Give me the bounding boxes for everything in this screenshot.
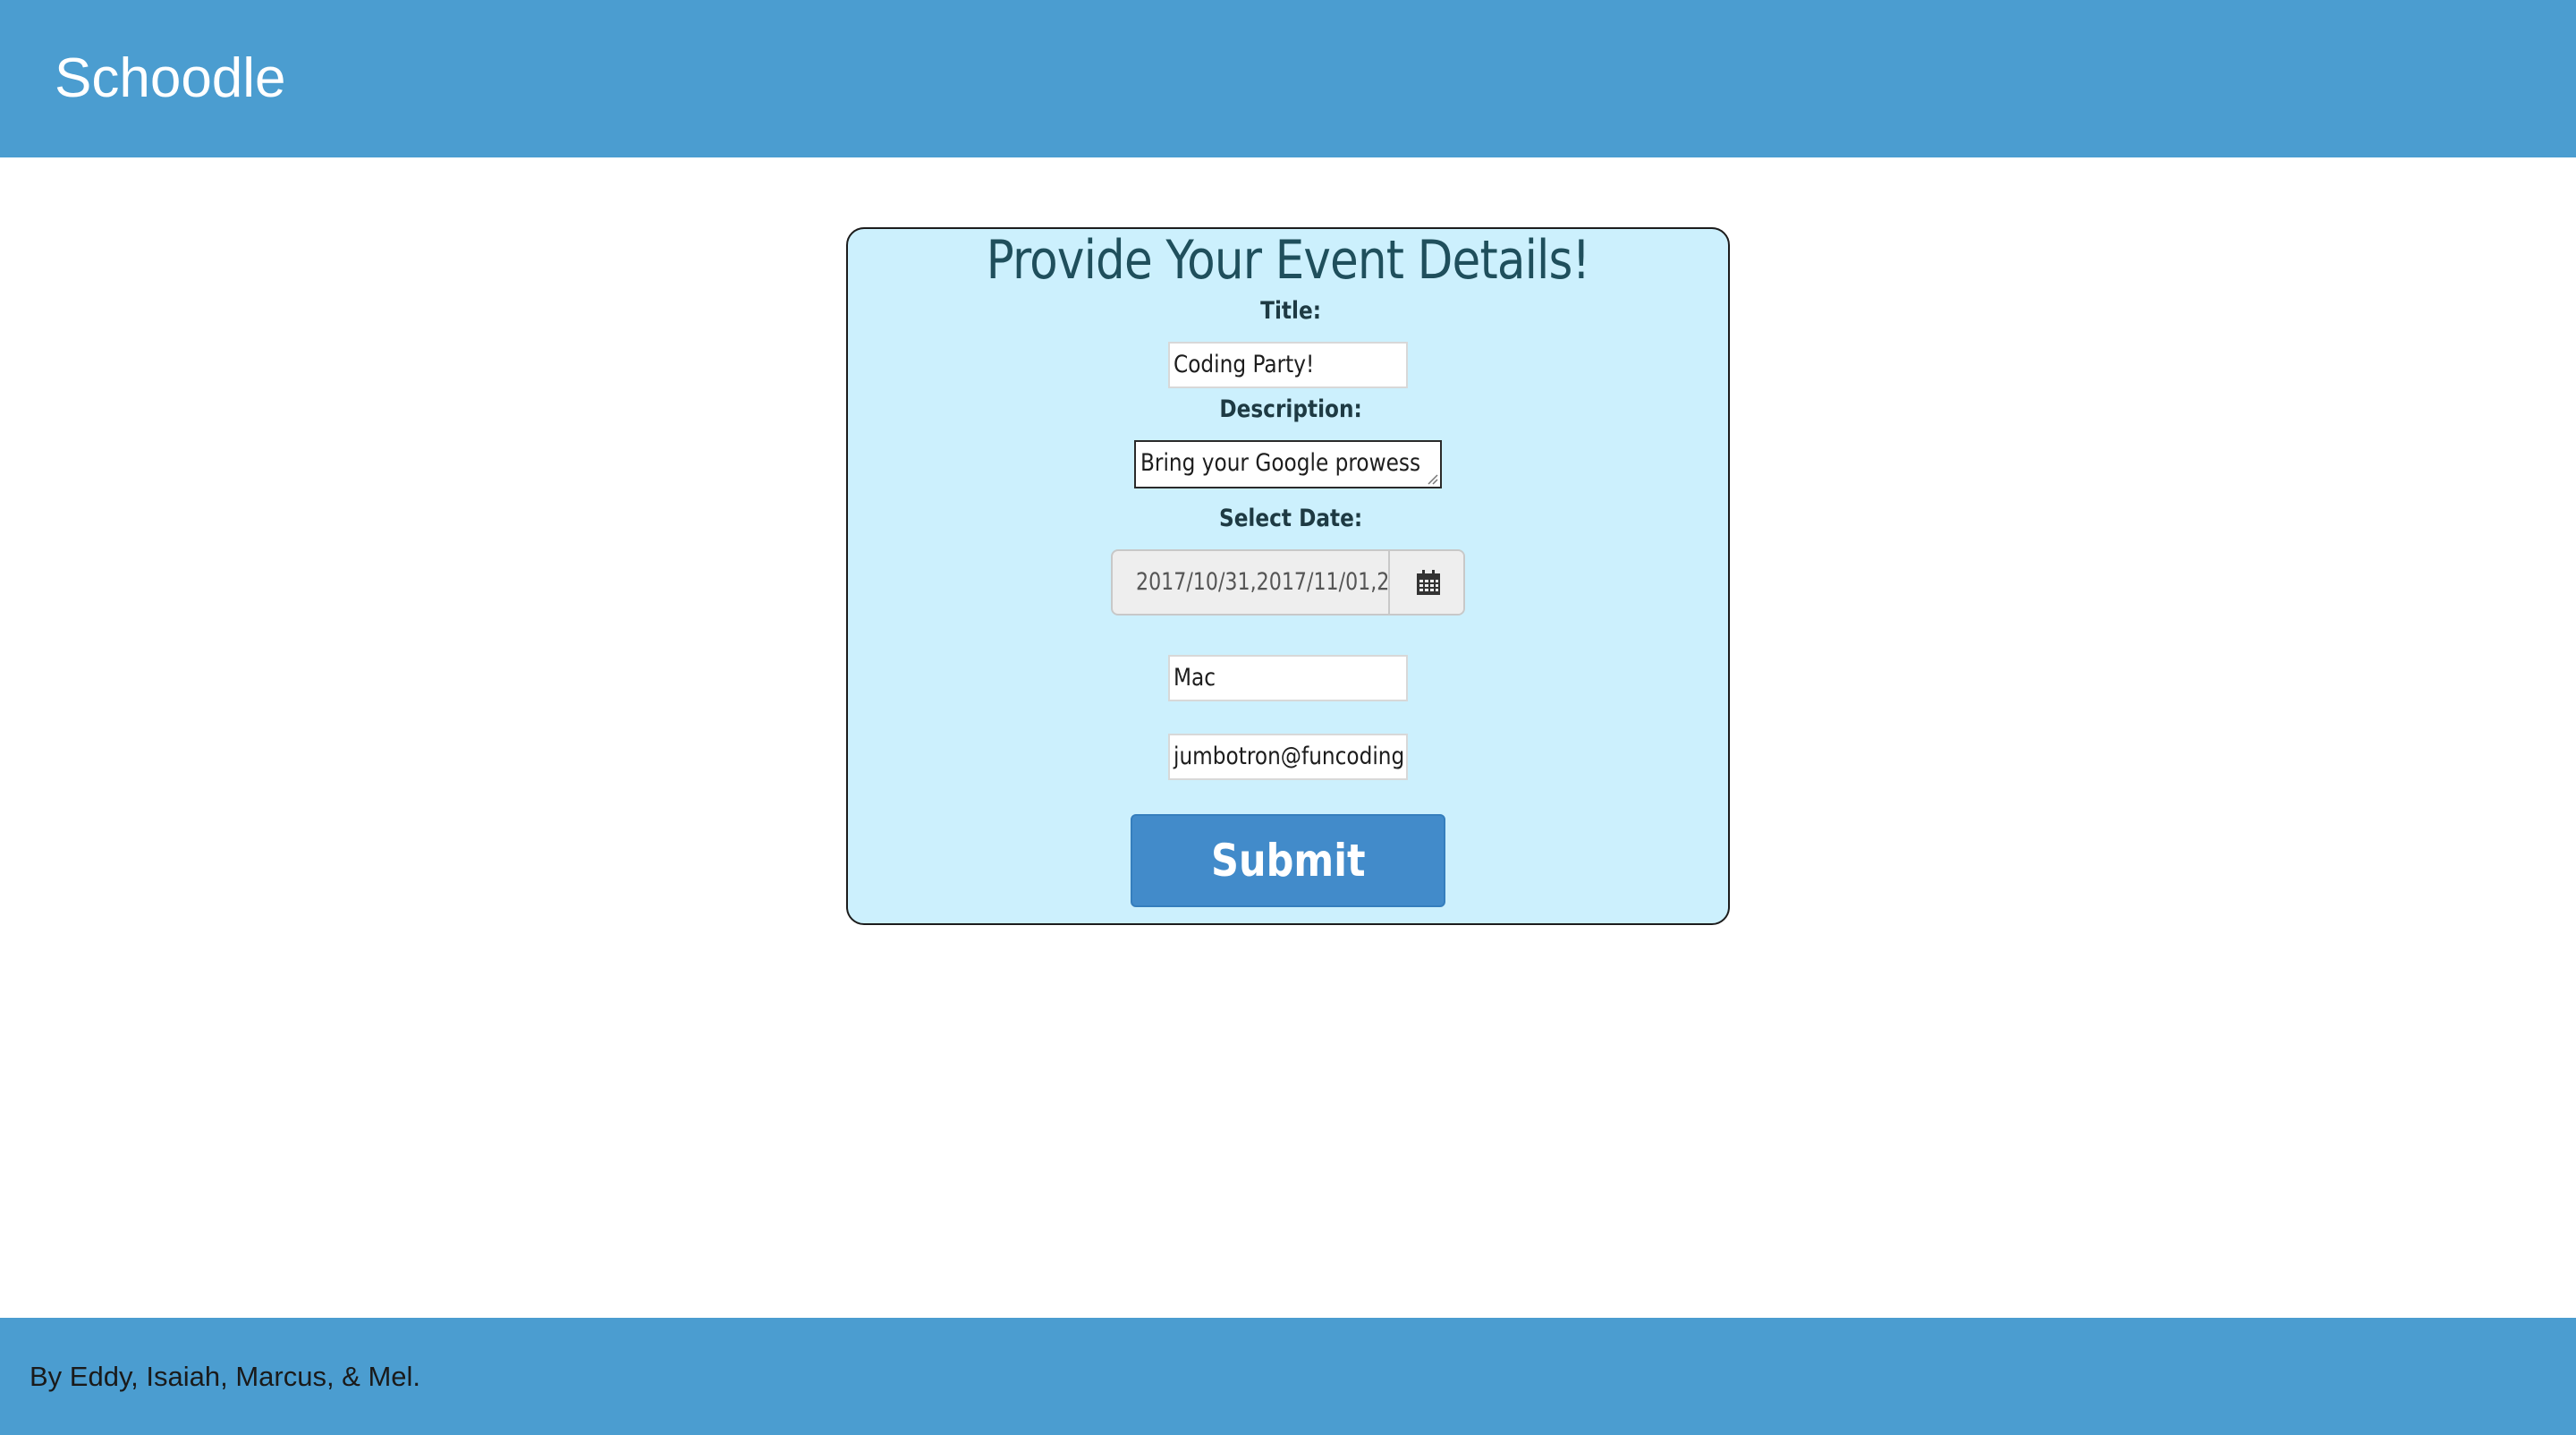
form-heading: Provide Your Event Details!: [986, 229, 1591, 292]
site-brand[interactable]: Schoodle: [55, 47, 286, 111]
footer-credits: By Eddy, Isaiah, Marcus, & Mel.: [30, 1361, 421, 1392]
submit-button[interactable]: Submit: [1131, 814, 1445, 907]
title-label: Title:: [1260, 297, 1322, 325]
submit-button-label: Submit: [1210, 835, 1366, 887]
calendar-icon: [1417, 570, 1440, 595]
description-textarea-value: Bring your Google prowess: [1140, 449, 1421, 477]
date-input[interactable]: 2017/10/31,2017/11/01,2: [1113, 551, 1388, 614]
title-input-value: Coding Party!: [1174, 351, 1315, 378]
site-footer: By Eddy, Isaiah, Marcus, & Mel.: [0, 1318, 2576, 1435]
calendar-button[interactable]: [1388, 551, 1463, 614]
description-textarea[interactable]: Bring your Google prowess: [1134, 440, 1442, 488]
email-input-value: jumbotron@funcoding: [1174, 743, 1405, 770]
title-input[interactable]: Coding Party!: [1168, 342, 1408, 388]
date-input-value: 2017/10/31,2017/11/01,2: [1136, 568, 1388, 596]
site-header: Schoodle: [0, 0, 2576, 157]
date-label: Select Date:: [1218, 505, 1363, 532]
email-input[interactable]: jumbotron@funcoding: [1168, 734, 1408, 780]
name-input[interactable]: Mac: [1168, 655, 1408, 701]
name-input-value: Mac: [1174, 664, 1216, 692]
date-picker: 2017/10/31,2017/11/01,2: [1111, 549, 1465, 616]
resize-grip-icon[interactable]: [1426, 472, 1438, 485]
description-label: Description:: [1219, 395, 1362, 423]
